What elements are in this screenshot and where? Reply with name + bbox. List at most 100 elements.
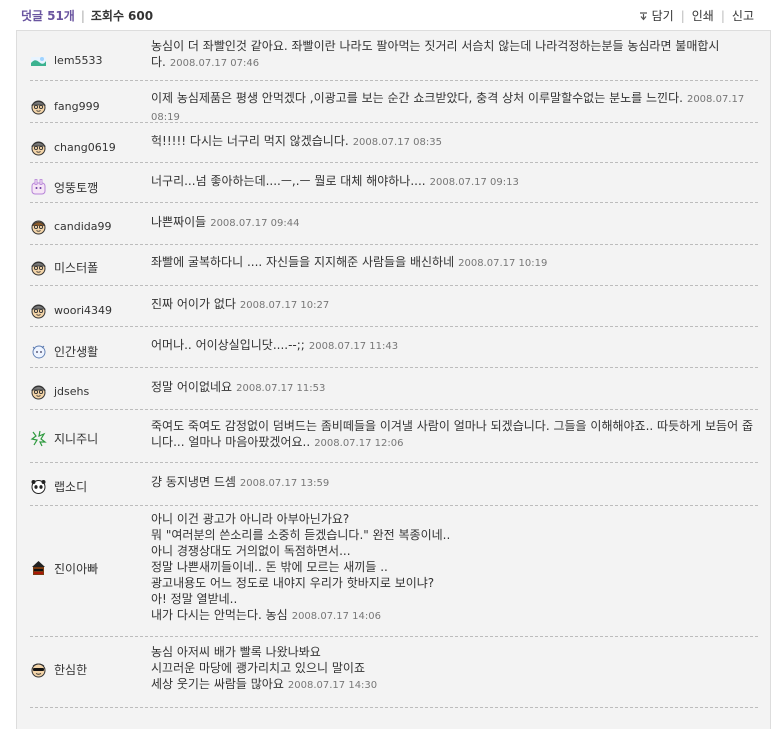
divider: | xyxy=(80,9,85,23)
report-link[interactable]: 신고 xyxy=(732,9,754,23)
username[interactable]: candida99 xyxy=(54,220,112,233)
comment-text: 나쁜짜이들 xyxy=(151,215,207,229)
comment-author[interactable]: jdsehs xyxy=(30,383,89,400)
username[interactable]: 진이아빠 xyxy=(54,560,98,577)
username[interactable]: jdsehs xyxy=(54,385,89,398)
comment-text: 정말 어이없네요 xyxy=(151,380,233,394)
comment-row: chang0619 헉!!!!! 다시는 너구리 먹지 않겠습니다. 2008.07… xyxy=(30,123,758,163)
comment-author[interactable]: 미스터폴 xyxy=(30,259,98,276)
comment-author[interactable]: fang999 xyxy=(30,98,100,115)
지니주니-icon[interactable] xyxy=(30,430,47,447)
woori4349-icon[interactable] xyxy=(30,302,47,319)
lem5533-icon[interactable] xyxy=(30,52,47,69)
comment-text: 이제 농심제품은 평생 안먹겠다 ,이광고를 보는 순간 쇼크받았다, 충격 상… xyxy=(151,91,683,105)
한심한-icon[interactable] xyxy=(30,661,47,678)
comment-text: 아니 경쟁상대도 거의없이 독점하면서... xyxy=(151,544,351,558)
username[interactable]: 지니주니 xyxy=(54,430,98,447)
comment-author[interactable]: chang0619 xyxy=(30,139,116,156)
username[interactable]: 한심한 xyxy=(54,661,87,678)
comment-date: 2008.07.17 11:43 xyxy=(308,341,399,352)
comment-author[interactable]: 지니주니 xyxy=(30,430,98,447)
comment-body: 걍 동지냉면 드셈 2008.07.17 13:59 xyxy=(151,474,756,492)
comment-date: 2008.07.17 14:06 xyxy=(291,611,381,622)
comment-body: 좌빨에 굴복하다니 .... 자신들을 지지해준 사람들을 배신하네 2008.0… xyxy=(151,254,756,272)
comment-row: fang999 이제 농심제품은 평생 안먹겠다 ,이광고를 보는 순간 쇼크받았… xyxy=(30,81,758,123)
views-label: 조회수 xyxy=(90,9,125,23)
comment-author[interactable]: woori4349 xyxy=(30,302,112,319)
comment-row: woori4349 진짜 어이가 없다 2008.07.17 10:27 xyxy=(30,286,758,327)
comment-body: 농심이 더 좌빨인것 같아요. 좌빨이란 나라도 팔아먹는 짓거리 서슴치 않는… xyxy=(151,38,756,72)
comment-author[interactable]: 인간생활 xyxy=(30,343,98,360)
username[interactable]: 인간생활 xyxy=(54,343,98,360)
comment-row: candida99 나쁜짜이들 2008.07.17 09:44 xyxy=(30,203,758,245)
comment-author[interactable]: 진이아빠 xyxy=(30,560,98,577)
comment-date: 2008.07.17 14:30 xyxy=(287,680,378,691)
username[interactable]: fang999 xyxy=(54,100,100,113)
comment-text: 좌빨에 굴복하다니 .... 자신들을 지지해준 사람들을 배신하네 xyxy=(151,255,455,269)
comment-date: 2008.07.17 11:53 xyxy=(236,383,326,394)
comment-text: 아! 정말 열받네.. xyxy=(151,592,238,606)
comment-date: 2008.07.17 09:44 xyxy=(210,218,300,229)
comment-list: lem5533 농심이 더 좌빨인것 같아요. 좌빨이란 나라도 팔아먹는 짓거리… xyxy=(30,31,758,708)
comment-text: 광고내용도 어느 정도로 내야지 우리가 핫바지로 보이냐? xyxy=(151,576,435,590)
comment-row: 한심한 농심 아저씨 배가 빨록 나왔나봐요 시끄러운 마당에 괭가리치고 있으니 … xyxy=(30,637,758,708)
comment-date: 2008.07.17 10:19 xyxy=(458,258,548,269)
진이아빠-icon[interactable] xyxy=(30,560,47,577)
comment-date: 2008.07.17 12:06 xyxy=(314,438,404,449)
comment-author[interactable]: 랩소디 xyxy=(30,478,87,495)
comment-text: 농심 아저씨 배가 빨록 나왔나봐요 xyxy=(151,645,321,659)
candida99-icon[interactable] xyxy=(30,218,47,235)
comment-text: 진짜 어이가 없다 xyxy=(151,297,236,311)
comment-text: 뭐 "여러분의 쓴소리를 소중히 듣겠습니다." 완전 복종이네.. xyxy=(151,528,451,542)
comment-text: 내가 다시는 안먹는다. 농심 xyxy=(151,608,288,622)
download-icon xyxy=(639,12,647,21)
미스터폴-icon[interactable] xyxy=(30,259,47,276)
save-link[interactable]: 담기 xyxy=(652,9,674,23)
jdsehs-icon[interactable] xyxy=(30,383,47,400)
랩소디-icon[interactable] xyxy=(30,478,47,495)
comment-date: 2008.07.17 09:13 xyxy=(429,177,519,188)
comment-label[interactable]: 덧글 xyxy=(21,9,43,23)
comment-author[interactable]: candida99 xyxy=(30,218,112,235)
comment-body: 이제 농심제품은 평생 안먹겠다 ,이광고를 보는 순간 쇼크받았다, 충격 상… xyxy=(151,90,756,126)
comment-body: 나쁜짜이들 2008.07.17 09:44 xyxy=(151,214,756,232)
comment-text: 어머나.. 어이상실입니닷....--;; xyxy=(151,338,305,352)
username[interactable]: 미스터폴 xyxy=(54,259,98,276)
comment-text: 헉!!!!! 다시는 너구리 먹지 않겠습니다. xyxy=(151,134,349,148)
username[interactable]: 랩소디 xyxy=(54,478,87,495)
views-count: 600 xyxy=(128,9,154,23)
comment-body: 죽여도 죽여도 감정없이 덤벼드는 좀비떼들을 이겨낼 사람이 얼마나 되겠습니… xyxy=(151,418,756,452)
엉뚱토깽-icon[interactable] xyxy=(30,179,47,196)
comment-stats: 덧글 51개 | 조회수 600 xyxy=(21,7,153,24)
fang999-icon[interactable] xyxy=(30,98,47,115)
comment-text: 아니 이건 광고가 아니라 아부아닌가요? xyxy=(151,512,350,526)
comment-author[interactable]: 한심한 xyxy=(30,661,87,678)
comment-row: 진이아빠 아니 이건 광고가 아니라 아부아닌가요? 뭐 "여러분의 쓴소리를 소중… xyxy=(30,506,758,637)
comment-row: 지니주니 죽여도 죽여도 감정없이 덤벼드는 좀비떼들을 이겨낼 사람이 얼마나 … xyxy=(30,410,758,463)
comment-author[interactable]: lem5533 xyxy=(30,52,103,69)
comment-date: 2008.07.17 07:46 xyxy=(169,58,260,69)
comment-body: 농심 아저씨 배가 빨록 나왔나봐요 시끄러운 마당에 괭가리치고 있으니 말이죠… xyxy=(151,644,756,694)
username[interactable]: 엉뚱토깽 xyxy=(54,179,98,196)
username[interactable]: woori4349 xyxy=(54,304,112,317)
comment-date: 2008.07.17 08:35 xyxy=(352,137,442,148)
comment-count[interactable]: 51개 xyxy=(47,9,75,23)
comment-author[interactable]: 엉뚱토깽 xyxy=(30,179,98,196)
divider: | xyxy=(720,9,725,23)
comment-text: 걍 동지냉면 드셈 xyxy=(151,475,236,489)
comment-body: 너구리...넘 좋아하는데....ㅡ,.ㅡ 뭘로 대체 해야하나.... 2008… xyxy=(151,173,756,191)
인간생활-icon[interactable] xyxy=(30,343,47,360)
comment-row: 엉뚱토깽 너구리...넘 좋아하는데....ㅡ,.ㅡ 뭘로 대체 해야하나....… xyxy=(30,163,758,203)
comment-row: 미스터폴 좌빨에 굴복하다니 .... 자신들을 지지해준 사람들을 배신하네 20… xyxy=(30,245,758,286)
comment-body: 어머나.. 어이상실입니닷....--;; 2008.07.17 11:43 xyxy=(151,337,756,355)
comment-body: 아니 이건 광고가 아니라 아부아닌가요? 뭐 "여러분의 쓴소리를 소중히 듣겠… xyxy=(151,511,756,625)
comment-body: 정말 어이없네요 2008.07.17 11:53 xyxy=(151,379,756,397)
username[interactable]: lem5533 xyxy=(54,54,103,67)
username[interactable]: chang0619 xyxy=(54,141,116,154)
chang0619-icon[interactable] xyxy=(30,139,47,156)
print-link[interactable]: 인쇄 xyxy=(692,9,714,23)
comment-row: jdsehs 정말 어이없네요 2008.07.17 11:53 xyxy=(30,368,758,410)
comment-row: 인간생활 어머나.. 어이상실입니닷....--;; 2008.07.17 11:4… xyxy=(30,327,758,368)
comment-date: 2008.07.17 13:59 xyxy=(239,478,330,489)
comment-body: 헉!!!!! 다시는 너구리 먹지 않겠습니다. 2008.07.17 08:35 xyxy=(151,133,756,151)
